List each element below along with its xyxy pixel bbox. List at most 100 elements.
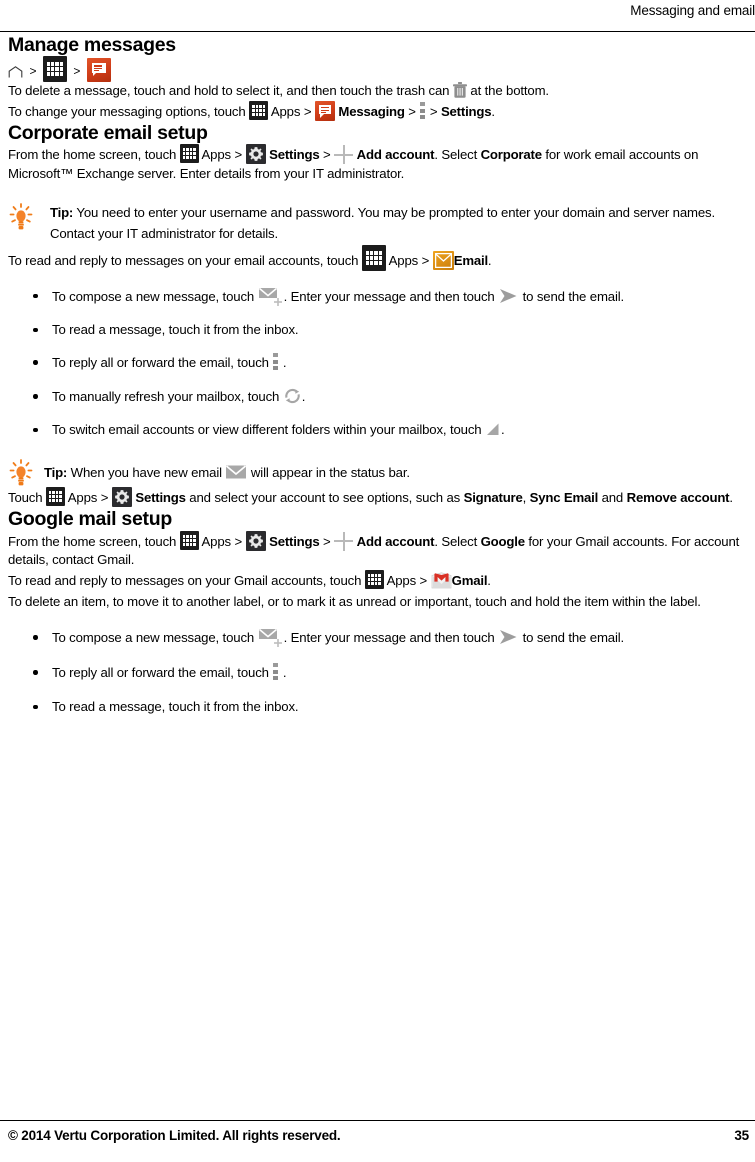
text-run: and select your account to see options, … bbox=[189, 490, 461, 506]
breadcrumb-manage-messages: > > bbox=[8, 56, 749, 83]
label-apps: Apps bbox=[388, 252, 419, 268]
text-run: . bbox=[729, 490, 733, 506]
text-run: From the home screen, touch bbox=[8, 147, 177, 163]
text-run: . bbox=[500, 421, 505, 437]
folder-triangle-icon[interactable] bbox=[485, 422, 501, 437]
bold-settings-label: Settings bbox=[135, 490, 186, 506]
settings-gear-icon[interactable] bbox=[245, 530, 266, 551]
compose-envelope-icon[interactable] bbox=[258, 628, 284, 648]
tip-label: Tip: bbox=[50, 204, 74, 220]
text-run: To manually refresh your mailbox, touch bbox=[52, 389, 283, 404]
apps-grid-icon[interactable] bbox=[179, 144, 199, 164]
compose-envelope-icon[interactable] bbox=[258, 287, 284, 307]
text-run: . Enter your message and then touch bbox=[283, 288, 499, 304]
paragraph-messaging-options: To change your messaging options, touch … bbox=[8, 101, 749, 122]
paragraph-corporate-intro: From the home screen, touch Apps > Setti… bbox=[8, 144, 749, 183]
tip-block-new-email: Tip: When you have new email will appear… bbox=[8, 458, 749, 487]
messaging-icon[interactable] bbox=[314, 101, 335, 122]
overflow-menu-icon[interactable] bbox=[272, 663, 279, 681]
bold-messaging-label: Messaging bbox=[338, 104, 405, 120]
text-run: To compose a new message, touch bbox=[52, 630, 258, 646]
send-arrow-icon[interactable] bbox=[498, 288, 519, 304]
document-page: Messaging and email Manage messages > > … bbox=[0, 0, 755, 1162]
list-item: To compose a new message, touch . Enter … bbox=[8, 287, 749, 307]
text-run: . bbox=[282, 665, 287, 681]
text-run: at the bottom. bbox=[466, 83, 549, 99]
text-run: From the home screen, touch bbox=[8, 533, 177, 549]
text-run: To reply all or forward the email, touch bbox=[52, 355, 273, 371]
text-run: To read and reply to messages on your Gm… bbox=[8, 573, 362, 589]
heading-corporate-email-setup: Corporate email setup bbox=[8, 121, 208, 144]
header-chapter-title: Messaging and email bbox=[630, 3, 755, 18]
breadcrumb-separator: > bbox=[29, 64, 37, 79]
text-run: > bbox=[426, 104, 441, 120]
apps-grid-icon[interactable] bbox=[249, 101, 269, 121]
text-run: . Select bbox=[434, 533, 478, 549]
apps-grid-icon[interactable] bbox=[364, 570, 384, 590]
home-icon bbox=[8, 65, 23, 78]
list-item: To compose a new message, touch . Enter … bbox=[8, 628, 749, 648]
tip-body: When you have new email bbox=[70, 464, 222, 480]
text-run: and bbox=[601, 490, 624, 506]
label-apps: Apps bbox=[67, 490, 98, 506]
tip-text-corporate: Tip: You need to enter your username and… bbox=[50, 202, 749, 245]
heading-google-mail-setup: Google mail setup bbox=[8, 508, 172, 531]
add-account-plus-icon[interactable] bbox=[334, 145, 354, 165]
bold-gmail-label: Gmail bbox=[451, 573, 488, 589]
text-run: Apps > bbox=[268, 104, 315, 120]
messaging-icon[interactable] bbox=[86, 58, 111, 83]
bold-remove-account-option: Remove account bbox=[626, 490, 730, 506]
list-item: To reply all or forward the email, touch… bbox=[8, 663, 749, 683]
list-item: To reply all or forward the email, touch… bbox=[8, 353, 749, 373]
bold-settings-label: Settings bbox=[269, 533, 320, 549]
tip-block-corporate: Tip: You need to enter your username and… bbox=[8, 202, 749, 245]
add-account-plus-icon[interactable] bbox=[334, 531, 354, 551]
list-item: To switch email accounts or view differe… bbox=[8, 421, 749, 440]
label-apps: Apps bbox=[201, 533, 232, 549]
text-run: . bbox=[487, 252, 492, 268]
settings-gear-icon[interactable] bbox=[111, 487, 132, 508]
paragraph-delete-message: To delete a message, touch and hold to s… bbox=[8, 82, 749, 101]
bullet-list-email-actions: To compose a new message, touch . Enter … bbox=[8, 287, 749, 440]
footer-divider bbox=[0, 1120, 755, 1121]
text-run: . bbox=[301, 389, 306, 404]
bold-add-account-label: Add account bbox=[356, 147, 435, 163]
text-run: To delete a message, touch and hold to s… bbox=[8, 83, 453, 99]
heading-manage-messages: Manage messages bbox=[8, 34, 176, 56]
text-run: . bbox=[491, 104, 495, 120]
tip-body-tail: will appear in the status bar. bbox=[250, 464, 410, 480]
envelope-status-icon bbox=[225, 464, 247, 480]
footer-row: © 2014 Vertu Corporation Limited. All ri… bbox=[8, 1128, 749, 1143]
apps-grid-icon[interactable] bbox=[361, 244, 386, 271]
copyright-text: © 2014 Vertu Corporation Limited. All ri… bbox=[8, 1128, 341, 1143]
breadcrumb-separator: > bbox=[73, 64, 81, 79]
refresh-icon[interactable] bbox=[283, 387, 302, 405]
email-app-icon[interactable] bbox=[432, 250, 454, 270]
label-apps: Apps bbox=[201, 147, 232, 163]
bold-signature-option: Signature bbox=[463, 490, 523, 506]
settings-gear-icon[interactable] bbox=[245, 144, 266, 165]
paragraph-delete-item: To delete an item, to move it to another… bbox=[8, 593, 701, 609]
bold-settings-label: Settings bbox=[269, 147, 320, 163]
overflow-menu-icon[interactable] bbox=[272, 353, 279, 371]
text-run: To read and reply to messages on your em… bbox=[8, 252, 359, 268]
header-divider bbox=[0, 31, 755, 32]
tip-icon-wrap bbox=[8, 458, 44, 487]
apps-grid-icon[interactable] bbox=[179, 530, 199, 550]
text-run: To reply all or forward the email, touch bbox=[52, 665, 273, 681]
tip-icon-wrap bbox=[8, 202, 50, 231]
tip-body: You need to enter your username and pass… bbox=[50, 204, 715, 242]
overflow-menu-icon[interactable] bbox=[419, 102, 426, 120]
paragraph-account-options: Touch Apps > Settings and select your ac… bbox=[8, 487, 749, 508]
text-run: To read a message, touch it from the inb… bbox=[52, 321, 299, 337]
text-run: To compose a new message, touch bbox=[52, 288, 258, 304]
tip-text-new-email: Tip: When you have new email will appear… bbox=[44, 464, 749, 482]
apps-grid-icon[interactable] bbox=[42, 56, 67, 83]
bold-corporate-label: Corporate bbox=[480, 147, 542, 163]
send-arrow-icon[interactable] bbox=[498, 629, 519, 645]
paragraph-google-intro: From the home screen, touch Apps > Setti… bbox=[8, 530, 749, 570]
apps-grid-icon[interactable] bbox=[45, 487, 65, 507]
lightbulb-tip-icon bbox=[8, 202, 34, 231]
bullet-list-gmail-actions: To compose a new message, touch . Enter … bbox=[8, 628, 749, 716]
gmail-app-icon[interactable] bbox=[431, 572, 452, 589]
